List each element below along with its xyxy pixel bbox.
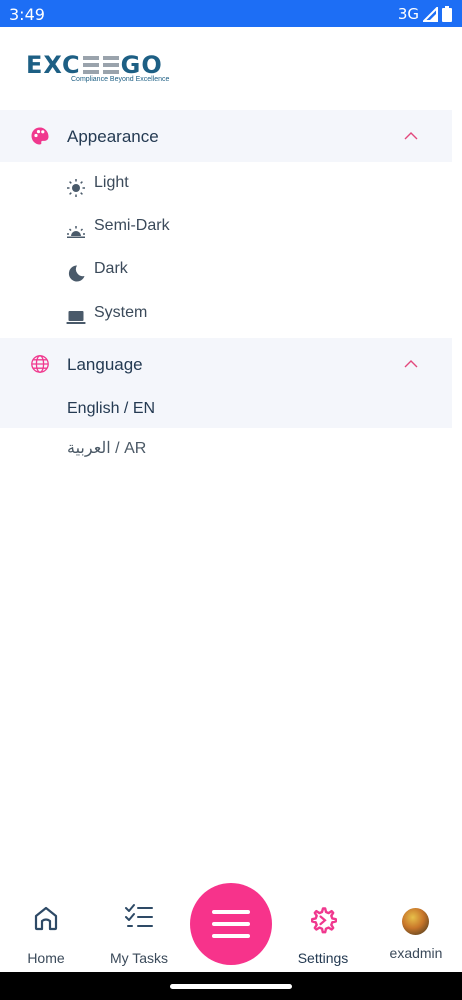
theme-option-label: Dark: [94, 260, 128, 277]
palette-icon: [31, 127, 49, 145]
language-option-english[interactable]: English / EN: [0, 390, 452, 428]
bottom-navigation: Home My Tasks Settings exadmin: [0, 880, 462, 972]
nav-settings-label: Settings: [297, 950, 349, 966]
gear-icon: [311, 907, 337, 934]
nav-home[interactable]: Home: [0, 880, 93, 972]
theme-option-light[interactable]: Light: [0, 164, 452, 204]
avatar: [402, 908, 429, 935]
logo-bars-icon-2: [102, 56, 119, 74]
laptop-icon: [66, 311, 86, 324]
hamburger-menu-icon: [212, 910, 250, 938]
gesture-navigation-bar: [0, 972, 462, 1000]
checklist-icon: [125, 904, 153, 927]
appearance-title: Appearance: [67, 127, 159, 146]
status-bar: 3:49 3G: [0, 0, 462, 27]
menu-fab-button[interactable]: [190, 883, 272, 965]
language-option-arabic[interactable]: العربية / AR: [0, 428, 452, 466]
globe-icon: [31, 355, 49, 373]
language-section-header[interactable]: Language: [0, 338, 452, 390]
logo-bars-icon: [82, 56, 99, 74]
battery-icon: [442, 6, 452, 22]
appearance-section-header[interactable]: Appearance: [0, 110, 452, 162]
signal-icon: [423, 6, 438, 22]
home-icon: [34, 906, 58, 931]
network-type: 3G: [397, 5, 419, 23]
home-gesture-handle[interactable]: [170, 984, 292, 989]
theme-option-dark[interactable]: Dark: [0, 250, 452, 290]
nav-settings[interactable]: Settings: [276, 880, 369, 972]
logo-tagline: Compliance Beyond Excellence: [71, 76, 170, 83]
nav-my-tasks[interactable]: My Tasks: [93, 880, 186, 972]
language-title: Language: [67, 355, 143, 374]
chevron-up-icon[interactable]: [403, 358, 419, 370]
status-time: 3:49: [9, 5, 45, 24]
theme-option-label: Semi-Dark: [94, 217, 170, 234]
theme-option-label: System: [94, 304, 148, 321]
theme-option-label: Light: [94, 174, 129, 191]
language-option-label: English / EN: [67, 400, 156, 417]
logo-text-right: GO: [120, 51, 163, 79]
theme-option-system[interactable]: System: [0, 294, 452, 334]
theme-option-semi-dark[interactable]: Semi-Dark: [0, 207, 452, 247]
company-logo: EXC GO Compliance Beyond Excellence: [26, 52, 186, 88]
language-option-label: العربية / AR: [67, 440, 147, 457]
nav-tasks-label: My Tasks: [109, 950, 169, 966]
moon-icon: [68, 265, 85, 282]
nav-profile[interactable]: exadmin: [369, 880, 462, 972]
sun-icon: [67, 179, 85, 197]
nav-home-label: Home: [27, 950, 65, 966]
status-indicators: 3G: [398, 5, 452, 23]
logo-text-left: EXC: [26, 51, 81, 79]
chevron-up-icon[interactable]: [403, 130, 419, 142]
sunset-icon: [67, 226, 85, 238]
nav-profile-label: exadmin: [389, 945, 443, 961]
